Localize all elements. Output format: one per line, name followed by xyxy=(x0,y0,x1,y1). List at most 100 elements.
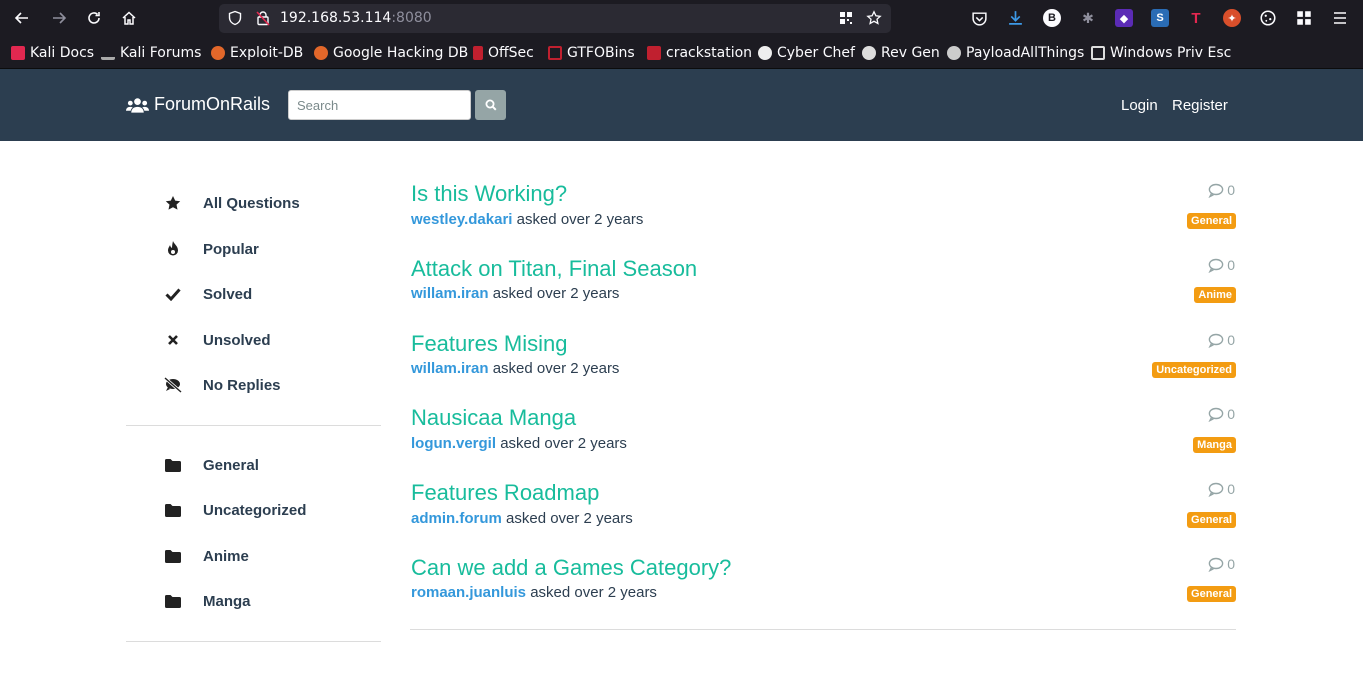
bookmark-label: Exploit-DB xyxy=(230,45,304,61)
extension-b-icon[interactable]: B xyxy=(1043,9,1061,27)
question-author[interactable]: willam.iran xyxy=(411,360,489,377)
sidebar-divider xyxy=(126,425,381,426)
sidebar-label: Solved xyxy=(203,285,253,303)
reply-count-value: 0 xyxy=(1227,257,1235,273)
question-title[interactable]: Features Mising xyxy=(411,331,568,357)
question-author[interactable]: romaan.juanluis xyxy=(411,584,526,601)
shield-icon[interactable] xyxy=(227,10,243,26)
download-icon[interactable] xyxy=(1007,9,1024,26)
category-badge[interactable]: General xyxy=(1187,586,1236,602)
sidebar-item-popular[interactable]: Popular xyxy=(126,234,381,264)
sidebar-item-all-questions[interactable]: All Questions xyxy=(126,188,381,218)
sidebar-item-unsolved[interactable]: Unsolved xyxy=(126,325,381,355)
extension-fox-icon[interactable]: ✦ xyxy=(1223,9,1241,27)
question-author[interactable]: logun.vergil xyxy=(411,435,496,452)
question-title[interactable]: Can we add a Games Category? xyxy=(411,555,731,581)
bookmark-offsec[interactable]: OffSec xyxy=(473,44,534,62)
pocket-icon[interactable] xyxy=(971,10,988,27)
question-title[interactable]: Is this Working? xyxy=(411,181,567,207)
url-host: 192.168.53.114 xyxy=(280,10,392,26)
sidebar-item-general[interactable]: General xyxy=(126,450,381,480)
kali-dragon-icon xyxy=(101,46,115,60)
forward-button[interactable] xyxy=(47,6,71,30)
bookmark-kali-docs[interactable]: Kali Docs xyxy=(11,44,94,62)
comment-slash-icon xyxy=(164,376,182,394)
extension-t-icon[interactable]: T xyxy=(1187,9,1205,27)
extensions-icon[interactable] xyxy=(1295,9,1313,27)
offsec-icon xyxy=(473,46,483,60)
bookmark-star-icon[interactable] xyxy=(866,10,882,26)
sidebar-label: No Replies xyxy=(203,376,281,394)
bookmark-label: Cyber Chef xyxy=(777,45,855,61)
extension-s-icon[interactable]: S xyxy=(1151,9,1169,27)
sidebar-item-no-replies[interactable]: No Replies xyxy=(126,370,381,400)
category-badge[interactable]: General xyxy=(1187,512,1236,528)
bookmark-payloadallthings[interactable]: PayloadAllThings xyxy=(947,44,1084,62)
bookmark-cyber-chef[interactable]: Cyber Chef xyxy=(758,44,855,62)
kali-docs-icon xyxy=(11,46,25,60)
comment-icon xyxy=(1208,333,1224,348)
insecure-lock-icon[interactable] xyxy=(255,10,271,26)
qr-code-icon[interactable] xyxy=(838,10,854,26)
reply-count: 0 xyxy=(1208,257,1235,273)
users-icon xyxy=(126,97,149,113)
bookmark-crackstation[interactable]: crackstation xyxy=(647,44,752,62)
reply-count-value: 0 xyxy=(1227,481,1235,497)
question-author[interactable]: willam.iran xyxy=(411,285,489,302)
star-icon xyxy=(164,194,182,212)
url-bar[interactable]: 192.168.53.114:8080 xyxy=(219,4,891,33)
question-author[interactable]: westley.dakari xyxy=(411,211,512,228)
extension-puzzle-icon[interactable]: ✱ xyxy=(1079,9,1097,27)
question-title[interactable]: Attack on Titan, Final Season xyxy=(411,256,697,282)
bookmark-label: Kali Docs xyxy=(30,45,95,61)
menu-icon[interactable] xyxy=(1332,10,1348,26)
sidebar-item-solved[interactable]: Solved xyxy=(126,279,381,309)
home-button[interactable] xyxy=(117,6,141,30)
bookmark-google-hacking-db[interactable]: Google Hacking DB xyxy=(314,44,468,62)
bookmark-rev-gen[interactable]: Rev Gen xyxy=(862,44,940,62)
brand-link[interactable]: ForumOnRails xyxy=(126,94,270,115)
login-link[interactable]: Login xyxy=(1121,97,1158,114)
reload-button[interactable] xyxy=(82,6,106,30)
search-button[interactable] xyxy=(475,90,506,120)
question-list-divider xyxy=(410,629,1236,630)
reply-count-value: 0 xyxy=(1227,182,1235,198)
bookmark-label: Rev Gen xyxy=(881,45,940,61)
question-meta: westley.dakari asked over 2 years xyxy=(411,211,643,228)
browser-toolbar: 192.168.53.114:8080 B ✱ ◆ S T ✦ xyxy=(0,0,1363,37)
category-badge[interactable]: General xyxy=(1187,213,1236,229)
question-author[interactable]: admin.forum xyxy=(411,510,502,527)
search-input[interactable] xyxy=(288,90,471,120)
category-badge[interactable]: Uncategorized xyxy=(1152,362,1236,378)
ghdb-icon xyxy=(314,46,328,60)
bookmark-gtfobins[interactable]: GTFOBins xyxy=(548,44,635,62)
question-time: asked over 2 years xyxy=(492,285,620,302)
sidebar-item-uncategorized[interactable]: Uncategorized xyxy=(126,495,381,525)
question-title[interactable]: Nausicaa Manga xyxy=(411,405,576,431)
reply-count-value: 0 xyxy=(1227,556,1235,572)
sidebar-item-manga[interactable]: Manga xyxy=(126,586,381,616)
bookmark-exploit-db[interactable]: Exploit-DB xyxy=(211,44,303,62)
site-navbar: ForumOnRails Login Register xyxy=(0,69,1363,141)
question-title[interactable]: Features Roadmap xyxy=(411,480,599,506)
fire-icon xyxy=(164,240,182,258)
category-badge[interactable]: Manga xyxy=(1193,437,1236,453)
reply-count: 0 xyxy=(1208,481,1235,497)
extension-purple-icon[interactable]: ◆ xyxy=(1115,9,1133,27)
folder-icon xyxy=(164,547,182,565)
back-button[interactable] xyxy=(10,6,34,30)
bookmark-kali-forums[interactable]: Kali Forums xyxy=(101,44,201,62)
question-time: asked over 2 years xyxy=(492,360,620,377)
url-text[interactable]: 192.168.53.114:8080 xyxy=(280,10,432,26)
sidebar-item-anime[interactable]: Anime xyxy=(126,541,381,571)
register-link[interactable]: Register xyxy=(1172,97,1228,114)
folder-icon xyxy=(164,501,182,519)
check-icon xyxy=(164,285,182,303)
brand-name: ForumOnRails xyxy=(154,94,271,114)
cookie-icon[interactable] xyxy=(1259,9,1277,27)
comment-icon xyxy=(1208,183,1224,198)
category-badge[interactable]: Anime xyxy=(1194,287,1236,303)
question-meta: logun.vergil asked over 2 years xyxy=(411,435,627,452)
bookmark-label: GTFOBins xyxy=(567,45,635,61)
bookmark-windows-priv-esc[interactable]: Windows Priv Esc xyxy=(1091,44,1231,62)
